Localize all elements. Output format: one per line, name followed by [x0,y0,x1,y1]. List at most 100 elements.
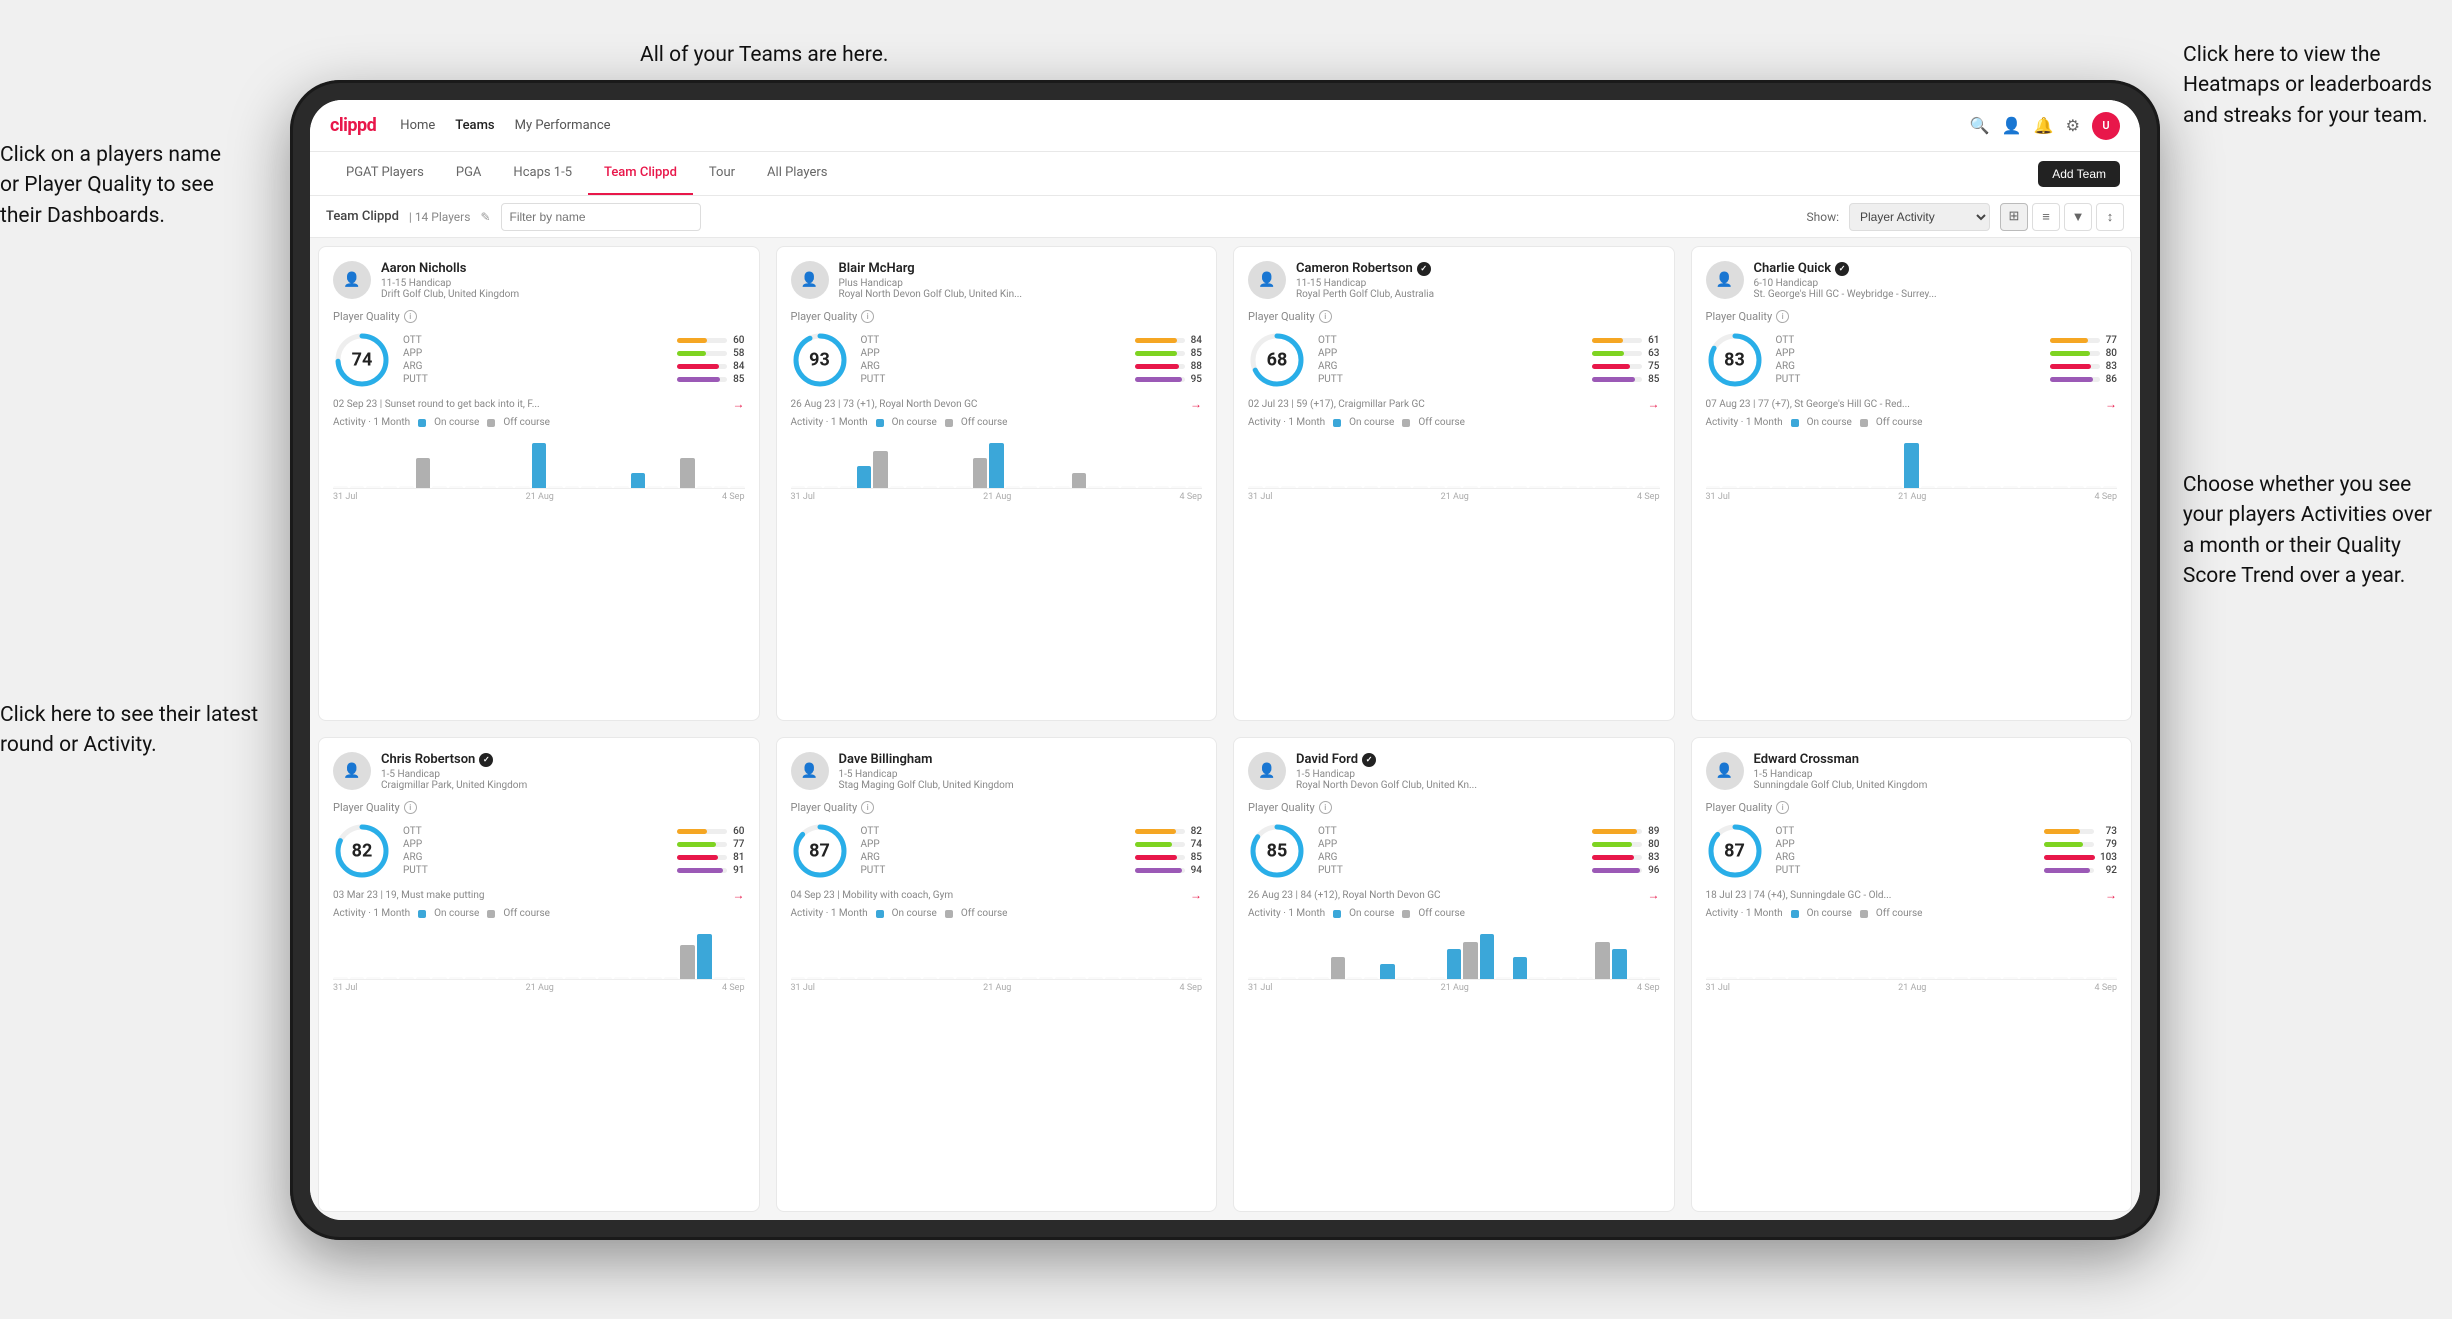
info-icon[interactable]: i [1776,801,1789,814]
info-icon[interactable]: i [1319,310,1332,323]
chart-bar [1496,486,1511,488]
stat-value: 83 [1648,852,1659,863]
chart-date-3: 4 Sep [722,983,744,993]
tab-tour[interactable]: Tour [693,152,751,195]
tab-team-clippd[interactable]: Team Clippd [588,152,693,195]
info-icon[interactable]: i [861,310,874,323]
player-name[interactable]: Edward Crossman [1754,752,2118,767]
chart-bar [714,486,729,488]
nav-link-teams[interactable]: Teams [455,114,494,137]
recent-round-arrow[interactable]: → [733,888,745,902]
stat-bar-container [2044,829,2094,834]
players-grid: 👤 Aaron Nicholls 11-15 Handicap Drift Go… [310,238,2140,1220]
recent-round[interactable]: 26 Aug 23 | 84 (+12), Royal North Devon … [1248,888,1660,902]
stat-label: ARG [861,852,1129,863]
chart-date-2: 21 Aug [1898,983,1926,993]
player-card[interactable]: 👤 Blair McHarg Plus Handicap Royal North… [776,246,1218,721]
recent-round[interactable]: 02 Jul 23 | 59 (+17), Craigmillar Park G… [1248,397,1660,411]
edit-icon[interactable]: ✎ [480,210,490,224]
quality-circle[interactable]: 87 [791,822,849,880]
quality-number: 83 [1724,350,1745,371]
info-icon[interactable]: i [1319,801,1332,814]
chart-date-2: 21 Aug [526,983,554,993]
chart-bar [548,486,563,488]
tab-hcaps[interactable]: Hcaps 1-5 [497,152,588,195]
recent-round-arrow[interactable]: → [2105,397,2117,411]
player-card[interactable]: 👤 Chris Robertson ✓ 1-5 Handicap Craigmi… [318,737,760,1212]
quality-number: 87 [809,841,830,862]
player-card[interactable]: 👤 Charlie Quick ✓ 6-10 Handicap St. Geor… [1691,246,2133,721]
search-input[interactable] [501,203,701,231]
recent-round[interactable]: 18 Jul 23 | 74 (+4), Sunningdale GC - Ol… [1706,888,2118,902]
nav-link-home[interactable]: Home [400,114,435,137]
show-select[interactable]: Player Activity Quality Score Trend [1849,203,1990,231]
stats-grid: OTT 84 APP 85 ARG 88 PUTT 95 [861,335,1203,385]
chart-bar [791,486,806,488]
recent-round-arrow[interactable]: → [1190,888,1202,902]
search-icon[interactable]: 🔍 [1970,116,1990,135]
off-course-label: Off course [503,908,550,919]
chart-bar [730,977,745,979]
chart-bar [366,977,381,979]
player-card[interactable]: 👤 Dave Billingham 1-5 Handicap Stag Magi… [776,737,1218,1212]
chart-bar [1248,486,1263,488]
player-card[interactable]: 👤 Cameron Robertson ✓ 11-15 Handicap Roy… [1233,246,1675,721]
tab-all-players[interactable]: All Players [751,152,843,195]
player-card[interactable]: 👤 David Ford ✓ 1-5 Handicap Royal North … [1233,737,1675,1212]
bell-icon[interactable]: 🔔 [2034,116,2054,135]
recent-round-arrow[interactable]: → [1648,888,1660,902]
stat-label: ARG [861,361,1129,372]
settings-icon[interactable]: ⚙ [2066,116,2080,135]
player-name[interactable]: David Ford ✓ [1296,752,1660,767]
quality-circle[interactable]: 74 [333,331,391,389]
info-icon[interactable]: i [404,801,417,814]
player-name[interactable]: Aaron Nicholls [381,261,745,276]
quality-circle[interactable]: 93 [791,331,849,389]
player-card[interactable]: 👤 Aaron Nicholls 11-15 Handicap Drift Go… [318,246,760,721]
stat-bar [677,377,720,382]
filter-button[interactable]: ▼ [2064,203,2092,231]
info-icon[interactable]: i [861,801,874,814]
quality-circle[interactable]: 68 [1248,331,1306,389]
stat-bar-container [1135,351,1185,356]
quality-row: 82 OTT 60 APP 77 ARG 81 PUTT 91 [333,822,745,880]
recent-round[interactable]: 04 Sep 23 | Mobility with coach, Gym → [791,888,1203,902]
info-icon[interactable]: i [1776,310,1789,323]
on-course-dot [876,419,884,427]
info-icon[interactable]: i [404,310,417,323]
chart-bar [1138,486,1153,488]
recent-round[interactable]: 02 Sep 23 | Sunset round to get back int… [333,397,745,411]
recent-round-arrow[interactable]: → [733,397,745,411]
player-name[interactable]: Blair McHarg [839,261,1203,276]
quality-circle[interactable]: 82 [333,822,391,880]
stat-label: PUTT [1318,865,1586,876]
player-card[interactable]: 👤 Edward Crossman 1-5 Handicap Sunningda… [1691,737,2133,1212]
quality-circle[interactable]: 85 [1248,822,1306,880]
player-name[interactable]: Chris Robertson ✓ [381,752,745,767]
quality-circle[interactable]: 83 [1706,331,1764,389]
player-handicap: 1-5 Handicap [1296,769,1660,780]
recent-round[interactable]: 03 Mar 23 | 19, Must make putting → [333,888,745,902]
list-view-button[interactable]: ≡ [2032,203,2060,231]
player-name[interactable]: Dave Billingham [839,752,1203,767]
add-team-button[interactable]: Add Team [2038,161,2120,187]
sort-button[interactable]: ↕ [2096,203,2124,231]
quality-circle[interactable]: 87 [1706,822,1764,880]
recent-round[interactable]: 26 Aug 23 | 73 (+1), Royal North Devon G… [791,397,1203,411]
tab-pga[interactable]: PGA [440,152,498,195]
chart-date-1: 31 Jul [1706,983,1730,993]
player-name[interactable]: Cameron Robertson ✓ [1296,261,1660,276]
player-name[interactable]: Charlie Quick ✓ [1754,261,2118,276]
recent-round[interactable]: 07 Aug 23 | 77 (+7), St George's Hill GC… [1706,397,2118,411]
recent-round-arrow[interactable]: → [1648,397,1660,411]
chart-bar [664,977,679,979]
user-avatar[interactable]: U [2092,112,2120,140]
chart-bar [1364,486,1379,488]
person-icon[interactable]: 👤 [2002,116,2022,135]
grid-view-button[interactable]: ⊞ [2000,203,2028,231]
tab-pgat-players[interactable]: PGAT Players [330,152,440,195]
recent-round-arrow[interactable]: → [2105,888,2117,902]
activity-header: Activity · 1 Month On course Off course [1248,908,1660,919]
nav-link-performance[interactable]: My Performance [515,114,611,137]
recent-round-arrow[interactable]: → [1190,397,1202,411]
